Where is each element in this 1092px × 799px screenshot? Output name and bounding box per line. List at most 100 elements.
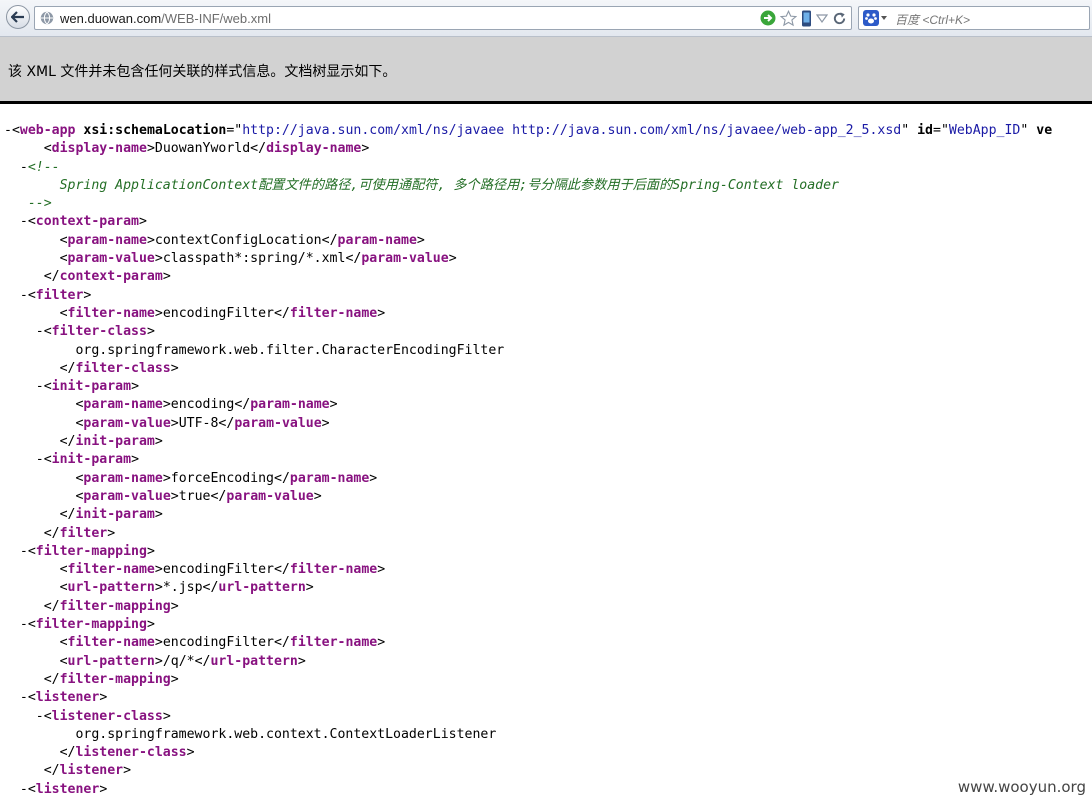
collapse-toggle[interactable]: -: [4, 160, 28, 175]
address-bar[interactable]: wen.duowan.com/WEB-INF/web.xml: [34, 6, 852, 30]
collapse-toggle[interactable]: -: [4, 214, 28, 229]
xml-tag-name: filter-mapping: [35, 543, 147, 559]
watermark: www.wooyun.org: [955, 778, 1088, 796]
reload-icon[interactable]: [832, 11, 847, 26]
go-arrow-icon[interactable]: [760, 10, 776, 26]
xml-tag-name: url-pattern: [67, 580, 155, 596]
xml-tag-name: listener-class: [75, 745, 187, 761]
xml-line: -<listener>: [4, 689, 1092, 707]
xml-tag-name: listener: [35, 690, 100, 706]
xml-markup: >: [305, 580, 314, 596]
xml-text: classpath*:spring/*.xml: [162, 251, 346, 267]
xml-line: </filter-mapping>: [4, 671, 1092, 689]
xml-line: <filter-name>encodingFilter</filter-name…: [4, 634, 1092, 652]
star-bookmark-icon[interactable]: [780, 9, 797, 27]
xml-markup: <: [59, 653, 68, 669]
xml-text: *.jsp: [162, 580, 203, 596]
xml-line: -->: [4, 195, 1092, 213]
search-box[interactable]: 百度 <Ctrl+K>: [858, 6, 1090, 30]
xml-markup: >: [154, 305, 163, 321]
collapse-toggle[interactable]: -: [4, 324, 44, 339]
xml-markup: <: [59, 562, 68, 578]
mobile-phone-icon[interactable]: [801, 10, 812, 27]
xml-text: forceEncoding: [170, 470, 274, 486]
xml-markup: >: [377, 305, 386, 321]
xml-text: DuowanYworld: [154, 141, 251, 157]
back-button[interactable]: [6, 5, 30, 29]
xml-line: <param-value>true</param-value>: [4, 488, 1092, 506]
browser-toolbar: wen.duowan.com/WEB-INF/web.xml 百度 <Ctrl+…: [0, 0, 1092, 37]
xml-comment: -->: [27, 196, 52, 212]
arrow-left-icon: [11, 11, 24, 23]
xml-text: org.springframework.web.filter.Character…: [75, 342, 505, 358]
xml-markup: <: [11, 123, 20, 138]
xml-text: contextConfigLocation: [154, 232, 322, 248]
collapse-toggle[interactable]: -: [4, 690, 28, 705]
xml-markup: >: [448, 251, 457, 267]
xml-tag-name: param-name: [250, 397, 330, 413]
collapse-toggle[interactable]: -: [4, 617, 28, 632]
xml-tag-name: param-name: [337, 232, 417, 248]
xml-tag-name: init-param: [51, 452, 132, 468]
xml-line: <filter-name>encodingFilter</filter-name…: [4, 561, 1092, 579]
xml-tag-name: param-value: [83, 415, 171, 431]
xml-tag-name: listener: [35, 781, 100, 797]
xml-line: Spring ApplicationContext配置文件的路径,可使用通配符,…: [4, 177, 1092, 195]
xml-line: </listener-class>: [4, 744, 1092, 762]
xml-markup: <: [27, 214, 36, 230]
search-input[interactable]: 百度 <Ctrl+K>: [895, 11, 970, 28]
xml-markup: </: [59, 360, 76, 376]
xml-markup: <: [59, 580, 68, 596]
xml-line: <param-name>encoding</param-name>: [4, 396, 1092, 414]
xml-markup: </: [43, 269, 60, 285]
xml-markup: </: [59, 745, 76, 761]
xml-tag-name: url-pattern: [210, 653, 298, 669]
xml-markup: </: [59, 434, 76, 450]
search-engine-selector[interactable]: [863, 10, 888, 26]
collapse-toggle[interactable]: -: [4, 123, 12, 138]
xml-line: <filter-name>encodingFilter</filter-name…: [4, 305, 1092, 323]
collapse-toggle[interactable]: -: [4, 288, 28, 303]
xml-line: </context-param>: [4, 268, 1092, 286]
xml-markup: >: [297, 653, 306, 669]
xml-markup: <: [59, 305, 68, 321]
xml-attr-name: xsi:schemaLocation: [75, 123, 227, 138]
xml-attr-value: WebApp_ID: [948, 123, 1021, 138]
xml-line: </filter-mapping>: [4, 598, 1092, 616]
xml-line: -<listener-class>: [4, 708, 1092, 726]
collapse-toggle[interactable]: -: [4, 452, 44, 467]
url-text[interactable]: wen.duowan.com/WEB-INF/web.xml: [60, 11, 271, 26]
xml-markup: >: [170, 360, 179, 376]
xml-tag-name: context-param: [59, 269, 163, 285]
dropdown-triangle-icon[interactable]: [816, 12, 828, 24]
xml-attr-name: ve: [1036, 123, 1053, 138]
xml-markup: >: [313, 488, 322, 504]
xml-tag-name: url-pattern: [218, 580, 306, 596]
xml-line: -<filter>: [4, 287, 1092, 305]
xml-markup: <: [59, 251, 68, 267]
xml-tag-name: filter: [59, 525, 108, 541]
xml-markup: >: [154, 562, 163, 578]
collapse-toggle[interactable]: -: [4, 782, 28, 797]
xml-markup: >: [146, 141, 155, 157]
paw-icon: [863, 10, 879, 26]
xml-line: <param-value>UTF-8</param-value>: [4, 415, 1092, 433]
globe-icon: [40, 11, 54, 25]
collapse-toggle[interactable]: -: [4, 544, 28, 559]
collapse-toggle[interactable]: -: [4, 709, 44, 724]
xml-markup: >: [162, 397, 171, 413]
xml-line: -<context-param>: [4, 213, 1092, 231]
collapse-toggle[interactable]: -: [4, 379, 44, 394]
xml-markup: <: [27, 543, 36, 559]
xml-markup: <: [27, 617, 36, 633]
xml-markup: >: [377, 562, 386, 578]
